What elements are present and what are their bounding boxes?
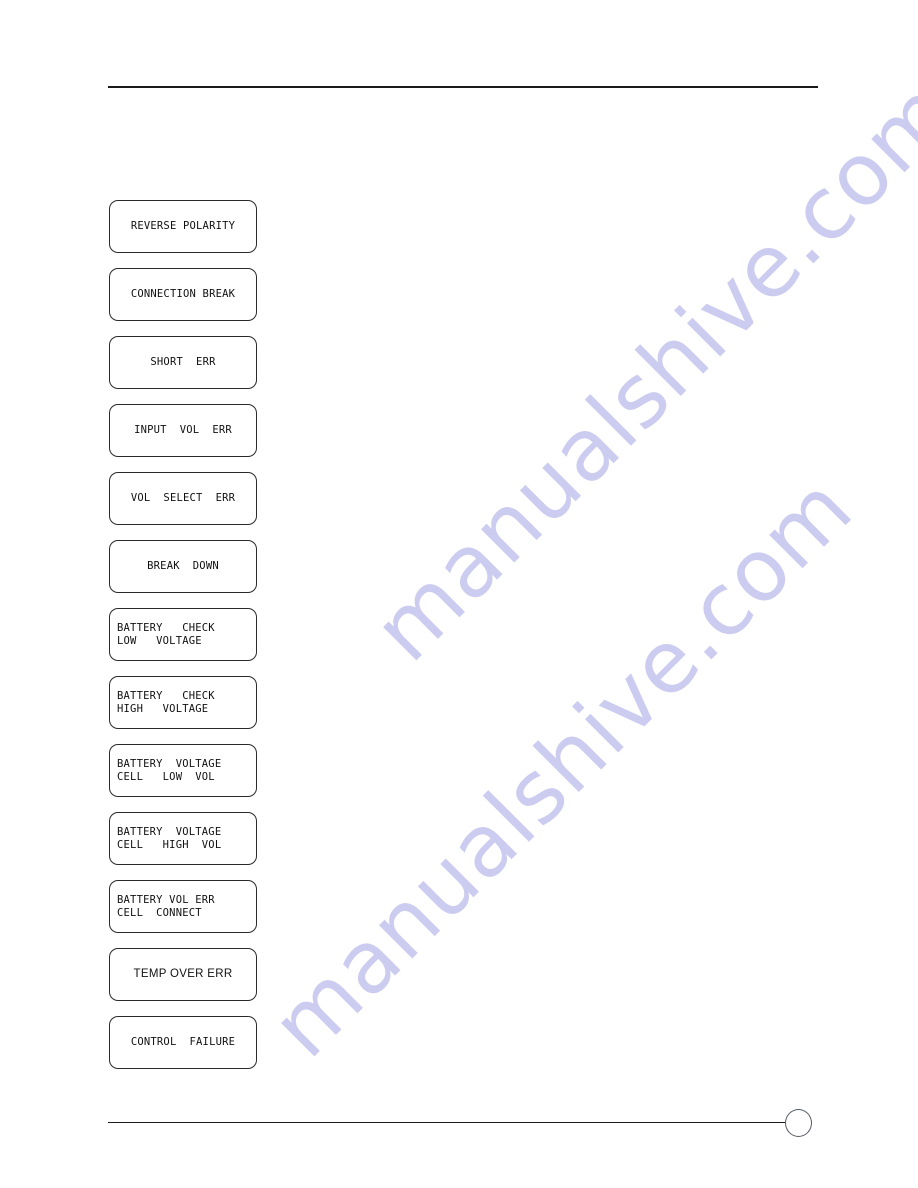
message-line: BATTERY VOLTAGE	[117, 757, 222, 770]
message-box-input-vol-err: INPUT VOL ERR	[109, 404, 257, 457]
watermark-text-lower: manualshive.com	[253, 457, 872, 1077]
message-line: CONNECTION BREAK	[130, 288, 236, 300]
message-line: LOW VOLTAGE	[117, 634, 202, 647]
message-line: HIGH VOLTAGE	[117, 702, 209, 715]
message-box-battery-check-high-voltage: BATTERY CHECK HIGH VOLTAGE	[109, 676, 257, 729]
watermark-text-upper: manualshive.com	[355, 61, 918, 681]
message-line: REVERSE POLARITY	[130, 220, 236, 232]
message-box-vol-select-err: VOL SELECT ERR	[109, 472, 257, 525]
message-line: SHORT ERR	[150, 356, 216, 368]
message-box-break-down: BREAK DOWN	[109, 540, 257, 593]
message-box-control-failure: CONTROL FAILURE	[109, 1016, 257, 1069]
document-page: manualshive.com manualshive.com REVERSE …	[0, 0, 918, 1188]
message-line: BATTERY VOLTAGE	[117, 825, 222, 838]
message-box-reverse-polarity: REVERSE POLARITY	[109, 200, 257, 253]
message-line: BREAK DOWN	[147, 560, 219, 572]
message-box-short-err: SHORT ERR	[109, 336, 257, 389]
message-line: INPUT VOL ERR	[134, 424, 232, 436]
message-line: CELL CONNECT	[117, 906, 202, 919]
header-rule	[108, 86, 818, 88]
message-box-list: REVERSE POLARITY CONNECTION BREAK SHORT ER…	[109, 200, 257, 1084]
footer-rule	[108, 1122, 790, 1123]
message-line: VOL SELECT ERR	[130, 492, 236, 504]
message-line: CELL LOW VOL	[117, 770, 215, 783]
message-box-temp-over-err: TEMP OVER ERR	[109, 948, 257, 1001]
message-box-battery-voltage-cell-low-vol: BATTERY VOLTAGE CELL LOW VOL	[109, 744, 257, 797]
message-line: BATTERY CHECK	[117, 621, 215, 634]
message-line: CONTROL FAILURE	[130, 1036, 236, 1048]
message-box-battery-voltage-cell-high-vol: BATTERY VOLTAGE CELL HIGH VOL	[109, 812, 257, 865]
message-box-battery-vol-err-cell-connect: BATTERY VOL ERR CELL CONNECT	[109, 880, 257, 933]
message-line: BATTERY CHECK	[117, 689, 215, 702]
message-line: CELL HIGH VOL	[117, 838, 222, 851]
message-line: TEMP OVER ERR	[133, 968, 233, 980]
message-box-connection-break: CONNECTION BREAK	[109, 268, 257, 321]
footer-page-marker	[785, 1109, 812, 1137]
message-box-battery-check-low-voltage: BATTERY CHECK LOW VOLTAGE	[109, 608, 257, 661]
message-line: BATTERY VOL ERR	[117, 893, 215, 906]
